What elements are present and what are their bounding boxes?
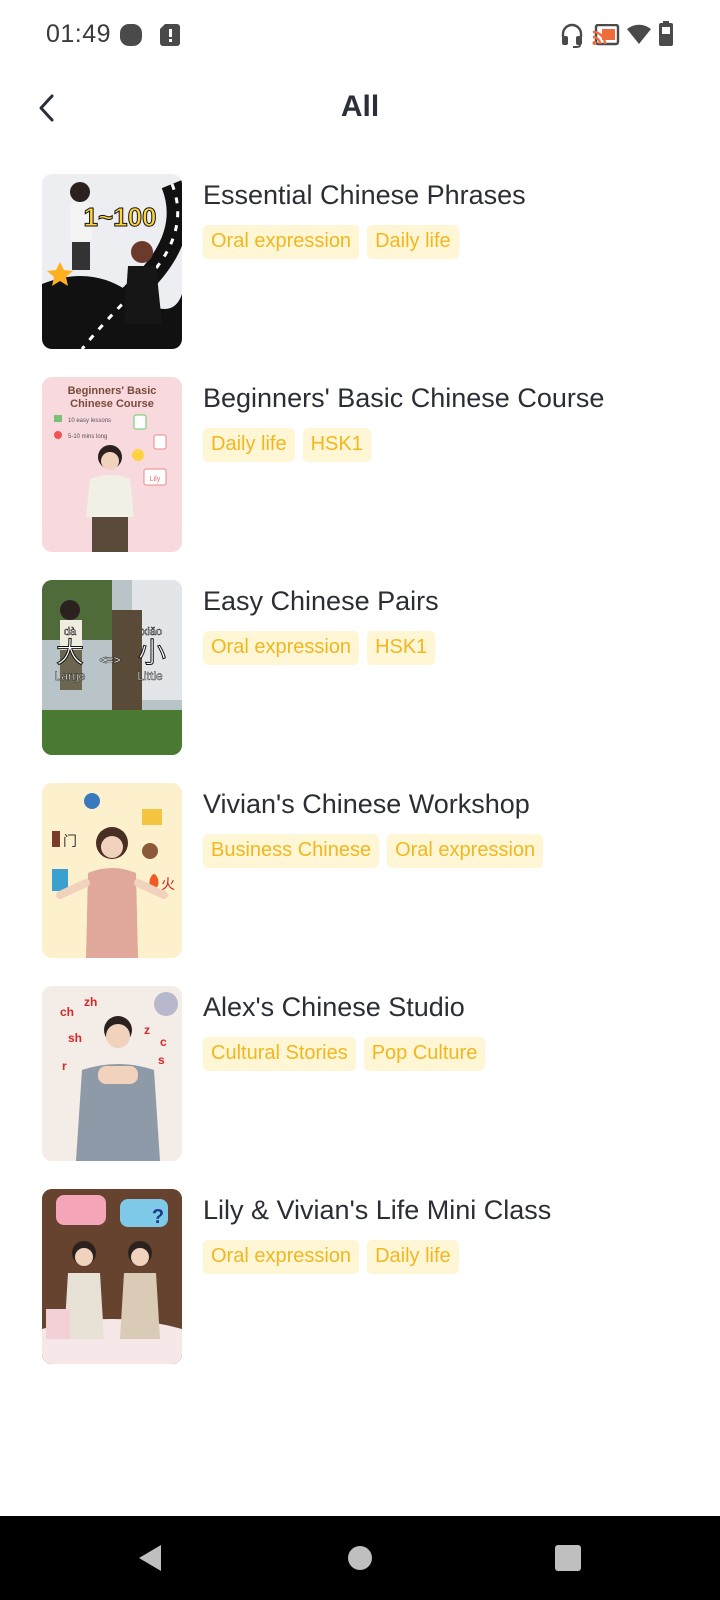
tag-list: Business Chinese Oral expression xyxy=(203,834,544,868)
tag-list: Daily life HSK1 xyxy=(203,428,371,462)
nav-back-button[interactable] xyxy=(130,1538,170,1578)
status-bar: 01:49 xyxy=(0,0,720,72)
thumb-text: Beginners' Basic xyxy=(68,385,157,397)
course-thumbnail: 1~100 xyxy=(42,174,182,349)
status-time: 01:49 xyxy=(46,20,112,48)
thumb-text: zh xyxy=(84,995,97,1009)
nav-home-button[interactable] xyxy=(340,1538,380,1578)
course-thumbnail: ? xyxy=(42,1189,182,1364)
course-title: Beginners' Basic Chinese Course xyxy=(203,383,605,413)
thumb-text: ? xyxy=(152,1206,164,1228)
course-tag: Daily life xyxy=(367,1240,459,1274)
tag-list: Cultural Stories Pop Culture xyxy=(203,1037,486,1071)
page-title: All xyxy=(340,90,380,123)
course-tag: Daily life xyxy=(203,428,295,462)
thumb-text: c xyxy=(160,1035,167,1049)
course-tag: Business Chinese xyxy=(203,834,380,868)
course-title: Alex's Chinese Studio xyxy=(203,992,465,1022)
course-tag: Oral expression xyxy=(203,225,360,259)
thumb-text: 5-10 mins long xyxy=(68,434,107,440)
course-thumbnail: ch zh sh r z c s xyxy=(42,986,182,1161)
course-tag: Oral expression xyxy=(203,631,360,665)
course-list: 1~100 Essential Chinese Phrases Oral exp… xyxy=(0,174,720,1392)
thumb-text: Lily xyxy=(150,476,161,483)
thumb-text: Little xyxy=(137,669,163,683)
recents-square-icon xyxy=(555,1545,581,1571)
course-tag: Oral expression xyxy=(387,834,544,868)
tag-list: Oral expression Daily life xyxy=(203,225,459,259)
course-item-alexs-chinese-studio[interactable]: ch zh sh r z c s Alex's Chinese Studio C… xyxy=(0,986,720,1189)
course-title: Essential Chinese Phrases xyxy=(203,180,526,210)
thumb-text: 10 easy lessons xyxy=(68,418,111,424)
thumb-text: z xyxy=(144,1023,150,1037)
cast-icon xyxy=(592,24,620,46)
thumb-text: 大 xyxy=(56,636,84,669)
course-item-essential-chinese-phrases[interactable]: 1~100 Essential Chinese Phrases Oral exp… xyxy=(0,174,720,377)
thumb-text: <=> xyxy=(99,653,120,667)
course-thumbnail: 门 火 xyxy=(42,783,182,958)
course-tag: Daily life xyxy=(367,225,459,259)
back-triangle-icon xyxy=(139,1545,161,1571)
thumb-text: s xyxy=(158,1053,165,1067)
course-item-easy-chinese-pairs[interactable]: dà 大 xiǎo 小 <=> Large Little Easy Chines… xyxy=(0,580,720,783)
wifi-icon xyxy=(627,24,651,44)
system-navigation-bar xyxy=(0,1516,720,1600)
course-tag: Pop Culture xyxy=(363,1037,486,1071)
nav-recents-button[interactable] xyxy=(548,1538,588,1578)
thumb-text: r xyxy=(62,1059,67,1073)
course-item-beginners-basic-chinese-course[interactable]: Beginners' Basic Chinese Course 10 easy … xyxy=(0,377,720,580)
course-tag: HSK1 xyxy=(302,428,371,462)
course-title: Vivian's Chinese Workshop xyxy=(203,789,530,819)
course-tag: Cultural Stories xyxy=(203,1037,356,1071)
course-thumbnail: dà 大 xiǎo 小 <=> Large Little xyxy=(42,580,182,755)
course-item-vivians-chinese-workshop[interactable]: 门 火 Vivian's Chinese Workshop Business C… xyxy=(0,783,720,986)
top-app-bar: All xyxy=(0,72,720,148)
course-tag: HSK1 xyxy=(367,631,436,665)
home-circle-icon xyxy=(348,1546,372,1570)
battery-icon xyxy=(659,21,673,46)
thumb-text: Large xyxy=(55,669,86,683)
tag-list: Oral expression HSK1 xyxy=(203,631,436,665)
course-title: Easy Chinese Pairs xyxy=(203,586,439,616)
circle-notification-icon xyxy=(120,24,142,46)
thumb-text: 小 xyxy=(138,636,166,669)
thumb-text: 门 xyxy=(63,834,77,850)
course-title: Lily & Vivian's Life Mini Class xyxy=(203,1195,552,1225)
thumb-text: sh xyxy=(68,1031,82,1045)
course-thumbnail: Beginners' Basic Chinese Course 10 easy … xyxy=(42,377,182,552)
course-item-lily-and-vivians-life-mini-class[interactable]: ? Lily & Vivian's Life Mini Class Oral e… xyxy=(0,1189,720,1392)
headset-icon xyxy=(561,23,583,48)
course-tag: Oral expression xyxy=(203,1240,360,1274)
thumb-text: Chinese Course xyxy=(70,398,154,410)
thumb-text: 1~100 xyxy=(83,202,156,232)
thumb-text: ch xyxy=(60,1005,74,1019)
alert-notification-icon xyxy=(160,24,180,46)
tag-list: Oral expression Daily life xyxy=(203,1240,459,1274)
